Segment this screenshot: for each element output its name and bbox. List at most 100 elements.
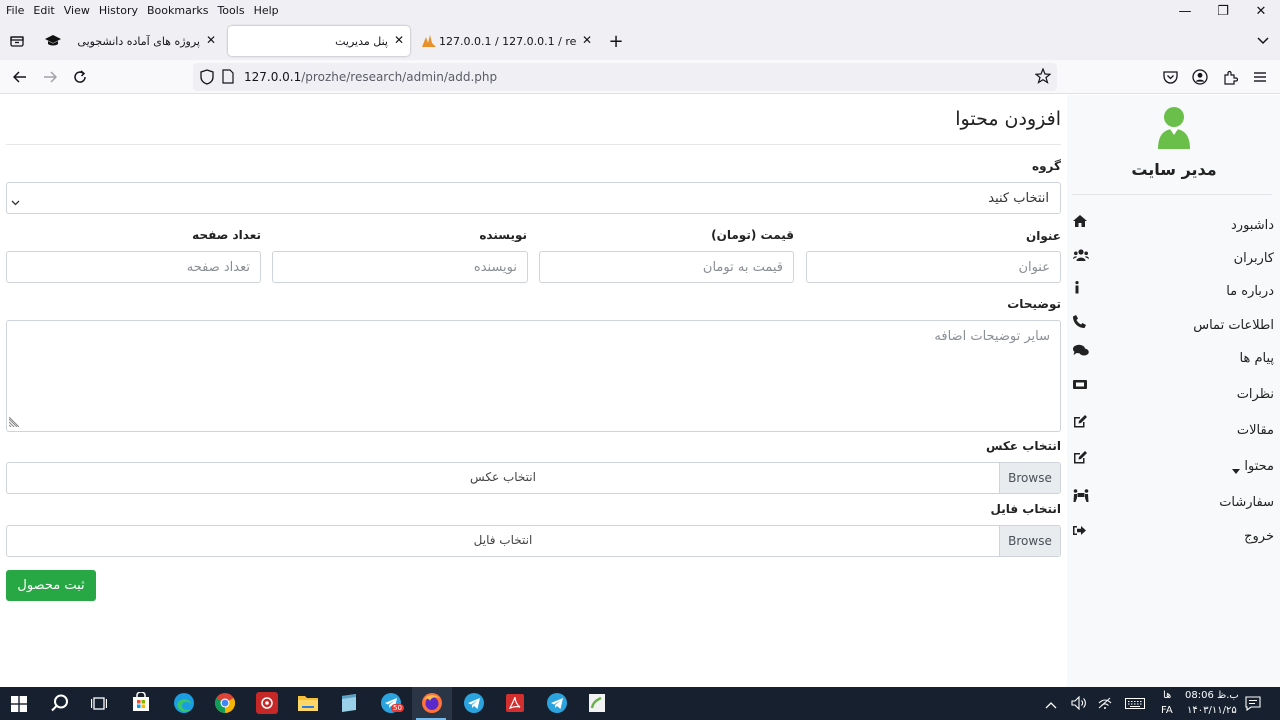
acrobat-icon[interactable]: [504, 692, 526, 714]
menu-tools[interactable]: Tools: [217, 4, 244, 17]
menu-help[interactable]: Help: [254, 4, 279, 17]
sidebar-item-label: سفارشات: [1219, 495, 1274, 510]
pages-input-placeholder: تعداد صفحه: [186, 260, 250, 275]
new-tab-plus-icon[interactable]: +: [603, 28, 629, 54]
sidebar-item-users[interactable]: کاربران: [1068, 248, 1280, 270]
navigation-bar: 127.0.0.1/prozhe/research/admin/add.php: [0, 60, 1280, 94]
ticket-icon: [1073, 379, 1089, 395]
wifi-icon[interactable]: [1098, 697, 1112, 712]
edge-icon[interactable]: [173, 692, 195, 714]
input-language[interactable]: FA: [1161, 705, 1173, 716]
bookmark-star-icon[interactable]: [1034, 67, 1052, 87]
tab-manager-icon[interactable]: [4, 28, 30, 54]
tray-chevron-up-icon[interactable]: [1045, 698, 1057, 712]
group-label: گروه: [1032, 159, 1061, 173]
task-view-icon[interactable]: [90, 696, 108, 714]
keyboard-icon[interactable]: [1125, 698, 1145, 712]
reload-icon[interactable]: [67, 64, 93, 90]
firefox-icon[interactable]: [421, 692, 443, 714]
close-icon[interactable]: ✕: [582, 33, 592, 47]
page-icon[interactable]: [222, 69, 234, 87]
file-input[interactable]: انتخاب فایل Browse: [6, 525, 1061, 557]
app-red-icon[interactable]: [256, 692, 278, 714]
resize-handle-icon[interactable]: [8, 416, 20, 430]
sidebar-item-label: کاربران: [1233, 251, 1274, 266]
group-select[interactable]: انتخاب کنید: [6, 182, 1061, 214]
volume-icon[interactable]: [1071, 695, 1087, 713]
tab-title: پنل مدیریت: [335, 34, 388, 48]
title-input[interactable]: عنوان: [806, 251, 1061, 283]
close-icon[interactable]: ✕: [206, 33, 216, 47]
sidebar-item-orders[interactable]: سفارشات: [1068, 489, 1280, 514]
sidebar-item-messages[interactable]: پیام ها: [1068, 344, 1280, 370]
sidebar-item-contact[interactable]: اطلاعات تماس: [1068, 315, 1280, 337]
account-icon[interactable]: [1187, 64, 1213, 90]
sidebar-item-articles[interactable]: مقالات: [1068, 415, 1280, 442]
pages-field-label: تعداد صفحه: [192, 228, 261, 242]
submit-product-button[interactable]: ثبت محصول: [6, 570, 96, 601]
search-icon[interactable]: [51, 694, 69, 715]
menu-edit[interactable]: Edit: [33, 4, 54, 17]
file-browse-button[interactable]: Browse: [999, 526, 1060, 556]
minimize-button[interactable]: —: [1168, 0, 1202, 22]
sidebar-item-comments[interactable]: نظرات: [1068, 380, 1280, 406]
menu-history[interactable]: History: [99, 4, 138, 17]
author-input[interactable]: نویسنده: [272, 251, 528, 283]
admin-name: مدیر سایت: [1131, 160, 1217, 179]
file-explorer-icon[interactable]: [297, 692, 319, 714]
title-field-label: عنوان: [1026, 229, 1061, 243]
taskbar: 50 ها FA 08:06 ب.ظ ۱۴۰۳/۱۱/۲۵: [0, 687, 1280, 720]
tab-title: پروژه های آماده دانشجویی: [77, 34, 200, 48]
phpmyadmin-icon: [422, 35, 436, 50]
sidebar-item-content[interactable]: محتوا: [1068, 451, 1280, 478]
windows-start-icon[interactable]: [11, 696, 27, 715]
pages-input[interactable]: تعداد صفحه: [6, 251, 261, 283]
image-browse-button[interactable]: Browse: [999, 463, 1060, 493]
menu-view[interactable]: View: [64, 4, 90, 17]
list-tabs-chevron-icon[interactable]: [1250, 28, 1276, 54]
author-input-placeholder: نویسنده: [473, 260, 517, 275]
users-icon: [1073, 249, 1089, 265]
sidebar-item-about[interactable]: درباره ما: [1068, 281, 1280, 303]
clock-time[interactable]: 08:06 ب.ظ: [1185, 690, 1239, 701]
price-input[interactable]: قیمت به تومان: [539, 251, 794, 283]
chrome-icon[interactable]: [214, 692, 236, 714]
telegram-icon[interactable]: [546, 692, 568, 714]
extensions-icon[interactable]: [1217, 64, 1243, 90]
hamburger-menu-icon[interactable]: [1247, 64, 1273, 90]
notepad-plus-icon[interactable]: [586, 692, 608, 714]
store-icon[interactable]: [131, 691, 153, 714]
maximize-button[interactable]: ❐: [1206, 0, 1240, 22]
sidebar-item-logout[interactable]: خروج: [1068, 526, 1280, 548]
url-text[interactable]: 127.0.0.1/prozhe/research/admin/add.php: [244, 70, 497, 84]
close-window-button[interactable]: ✕: [1244, 0, 1278, 22]
title-divider: [6, 144, 1061, 145]
sidebar-item-label: محتوا: [1244, 459, 1274, 474]
close-icon[interactable]: ✕: [394, 33, 404, 47]
shield-icon[interactable]: [200, 69, 214, 88]
back-arrow-icon[interactable]: [7, 64, 33, 90]
forward-arrow-icon[interactable]: [37, 64, 63, 90]
tab-student-projects[interactable]: پروژه های آماده دانشجویی ✕: [77, 26, 222, 56]
page-content: مدیر سایت داشبورد کاربران درباره ما اطلا…: [0, 95, 1280, 687]
input-language-alt: ها: [1163, 690, 1172, 701]
description-textarea[interactable]: سایر توضیحات اضافه: [6, 320, 1061, 432]
image-file-input[interactable]: انتخاب عکس Browse: [6, 462, 1061, 494]
tab-admin-panel[interactable]: پنل مدیریت ✕: [228, 26, 410, 56]
tab-phpmyadmin[interactable]: 127.0.0.1 / 127.0.0.1 / research ✕: [416, 26, 598, 56]
menu-bookmarks[interactable]: Bookmarks: [147, 4, 208, 17]
pocket-icon[interactable]: [1157, 64, 1183, 90]
image-label: انتخاب عکس: [985, 439, 1061, 453]
url-bar[interactable]: 127.0.0.1/prozhe/research/admin/add.php: [193, 63, 1057, 91]
notifications-icon[interactable]: [1245, 696, 1261, 714]
telegram-icon[interactable]: 50: [380, 692, 404, 714]
telegram-icon[interactable]: [463, 692, 485, 714]
clock-date[interactable]: ۱۴۰۳/۱۱/۲۵: [1187, 705, 1237, 716]
menu-file[interactable]: File: [6, 4, 24, 17]
people-carry-icon: [1073, 489, 1089, 505]
notepad-app-icon[interactable]: [338, 692, 360, 714]
sidebar-item-label: اطلاعات تماس: [1193, 318, 1274, 333]
sidebar-item-dashboard[interactable]: داشبورد: [1068, 215, 1280, 237]
group-select-value: انتخاب کنید: [988, 191, 1049, 206]
description-placeholder: سایر توضیحات اضافه: [934, 329, 1050, 344]
